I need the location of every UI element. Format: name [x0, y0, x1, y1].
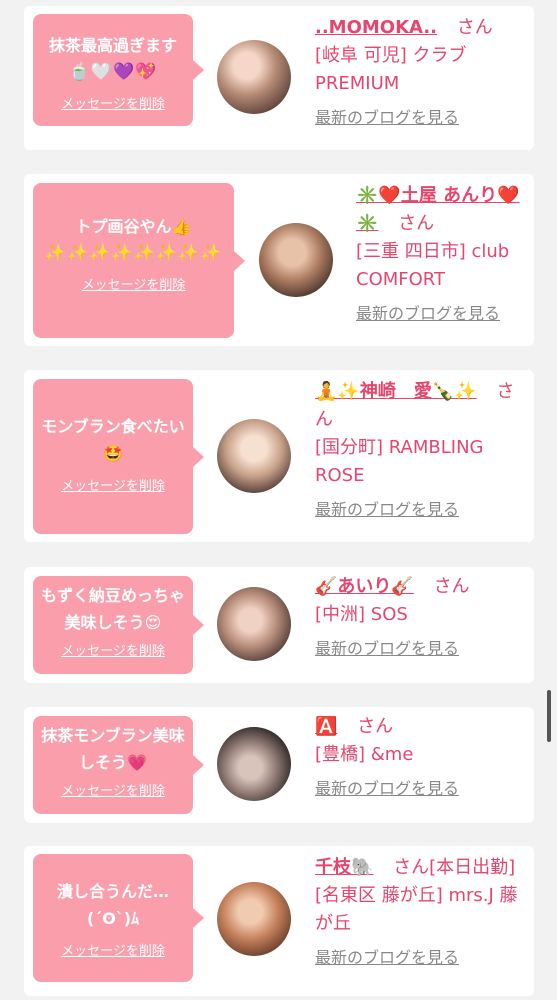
message-card: モンブラン食べたい🤩 メッセージを削除 🧘✨神崎 愛🍾✨ さん [国分町] RA… [24, 370, 534, 542]
message-emoji: ✨✨✨✨✨✨✨✨ [44, 243, 223, 263]
latest-blog-link[interactable]: 最新のブログを見る [315, 104, 459, 132]
message-bubble: モンブラン食べたい🤩 メッセージを削除 [33, 379, 204, 534]
message-bubble: 抹茶最高過ぎます 🍵🤍💜💖 メッセージを削除 [33, 14, 204, 126]
avatar[interactable] [217, 40, 291, 114]
message-card: トプ画谷やん👍 ✨✨✨✨✨✨✨✨ メッセージを削除 ✳️❤️土屋 あんり❤️✳️… [24, 174, 534, 346]
profile-info: 🎸あいり🎸 さん [中洲] SOS 最新のブログを見る [315, 573, 526, 663]
shop-text: [名東区 藤が丘] mrs.J 藤が丘 [315, 885, 518, 934]
message-text: 潰し合うんだ…(´ʘ`)ﾑ [56, 882, 169, 928]
message-text: もずく納豆めっちゃ美味しそう😍 [40, 586, 185, 632]
profile-info: 千枝🐘 さん[本日出勤] [名東区 藤が丘] mrs.J 藤が丘 最新のブログを… [315, 854, 526, 972]
message-text: モンブラン食べたい🤩 [41, 417, 185, 463]
shop-text: [中洲] SOS [315, 604, 408, 625]
honorific: さん [357, 716, 394, 737]
avatar[interactable] [259, 223, 333, 297]
latest-blog-link[interactable]: 最新のブログを見る [315, 635, 459, 663]
delete-message-link[interactable]: メッセージを削除 [61, 940, 165, 959]
delete-message-link[interactable]: メッセージを削除 [82, 274, 186, 293]
delete-message-link[interactable]: メッセージを削除 [61, 640, 165, 659]
profile-info: 🅰️ さん [豊橋] &me 最新のブログを見る [315, 713, 526, 803]
shop-text: [三重 四日市] club COMFORT [356, 241, 510, 290]
latest-blog-link[interactable]: 最新のブログを見る [315, 775, 459, 803]
message-bubble: もずく納豆めっちゃ美味しそう😍 メッセージを削除 [33, 576, 204, 674]
scrollbar[interactable] [547, 690, 551, 742]
profile-info: 🧘✨神崎 愛🍾✨ さん [国分町] RAMBLING ROSE 最新のブログを見… [315, 378, 526, 524]
message-bubble: 潰し合うんだ…(´ʘ`)ﾑ メッセージを削除 [33, 854, 204, 982]
honorific: さん [456, 17, 493, 38]
message-card: もずく納豆めっちゃ美味しそう😍 メッセージを削除 🎸あいり🎸 さん [中洲] S… [24, 567, 534, 683]
latest-blog-link[interactable]: 最新のブログを見る [315, 944, 459, 972]
avatar[interactable] [217, 727, 291, 801]
message-text: 抹茶モンブラン美味しそう💗 [41, 726, 185, 772]
message-card: 潰し合うんだ…(´ʘ`)ﾑ メッセージを削除 千枝🐘 さん[本日出勤] [名東区… [24, 846, 534, 996]
honorific: さん [433, 576, 470, 597]
message-text: トプ画谷やん👍 [75, 217, 192, 236]
profile-name-link[interactable]: 🅰️ [315, 716, 337, 737]
profile-info: ✳️❤️土屋 あんり❤️✳️ さん [三重 四日市] club COMFORT … [356, 182, 526, 328]
shop-text: [豊橋] &me [315, 744, 414, 765]
honorific: さん [393, 857, 430, 878]
avatar[interactable] [217, 419, 291, 493]
message-bubble: 抹茶モンブラン美味しそう💗 メッセージを削除 [33, 716, 204, 814]
message-bubble: トプ画谷やん👍 ✨✨✨✨✨✨✨✨ メッセージを削除 [33, 183, 245, 338]
delete-message-link[interactable]: メッセージを削除 [61, 780, 165, 799]
delete-message-link[interactable]: メッセージを削除 [61, 93, 165, 112]
status-text: [本日出勤] [429, 857, 516, 878]
profile-name-link[interactable]: 🎸あいり🎸 [315, 576, 414, 597]
message-card: 抹茶モンブラン美味しそう💗 メッセージを削除 🅰️ さん [豊橋] &me 最新… [24, 707, 534, 823]
avatar[interactable] [217, 882, 291, 956]
shop-text: [国分町] RAMBLING ROSE [315, 437, 484, 486]
delete-message-link[interactable]: メッセージを削除 [61, 475, 165, 494]
message-text: 抹茶最高過ぎます [48, 36, 177, 55]
profile-name-link[interactable]: ..MOMOKA.. [315, 17, 437, 38]
profile-info: ..MOMOKA.. さん [岐阜 可児] クラブ PREMIUM 最新のブログ… [315, 14, 526, 132]
latest-blog-link[interactable]: 最新のブログを見る [315, 496, 459, 524]
profile-name-link[interactable]: ✳️❤️土屋 あんり❤️✳️ [356, 185, 520, 234]
shop-text: [岐阜 可児] クラブ PREMIUM [315, 45, 467, 94]
latest-blog-link[interactable]: 最新のブログを見る [356, 300, 500, 328]
honorific: さん [398, 213, 435, 234]
message-emoji: 🍵🤍💜💖 [68, 62, 158, 82]
profile-name-link[interactable]: 千枝🐘 [315, 857, 373, 878]
avatar[interactable] [217, 587, 291, 661]
message-card: 抹茶最高過ぎます 🍵🤍💜💖 メッセージを削除 ..MOMOKA.. さん [岐阜… [24, 6, 534, 150]
profile-name-link[interactable]: 🧘✨神崎 愛🍾✨ [315, 381, 477, 402]
